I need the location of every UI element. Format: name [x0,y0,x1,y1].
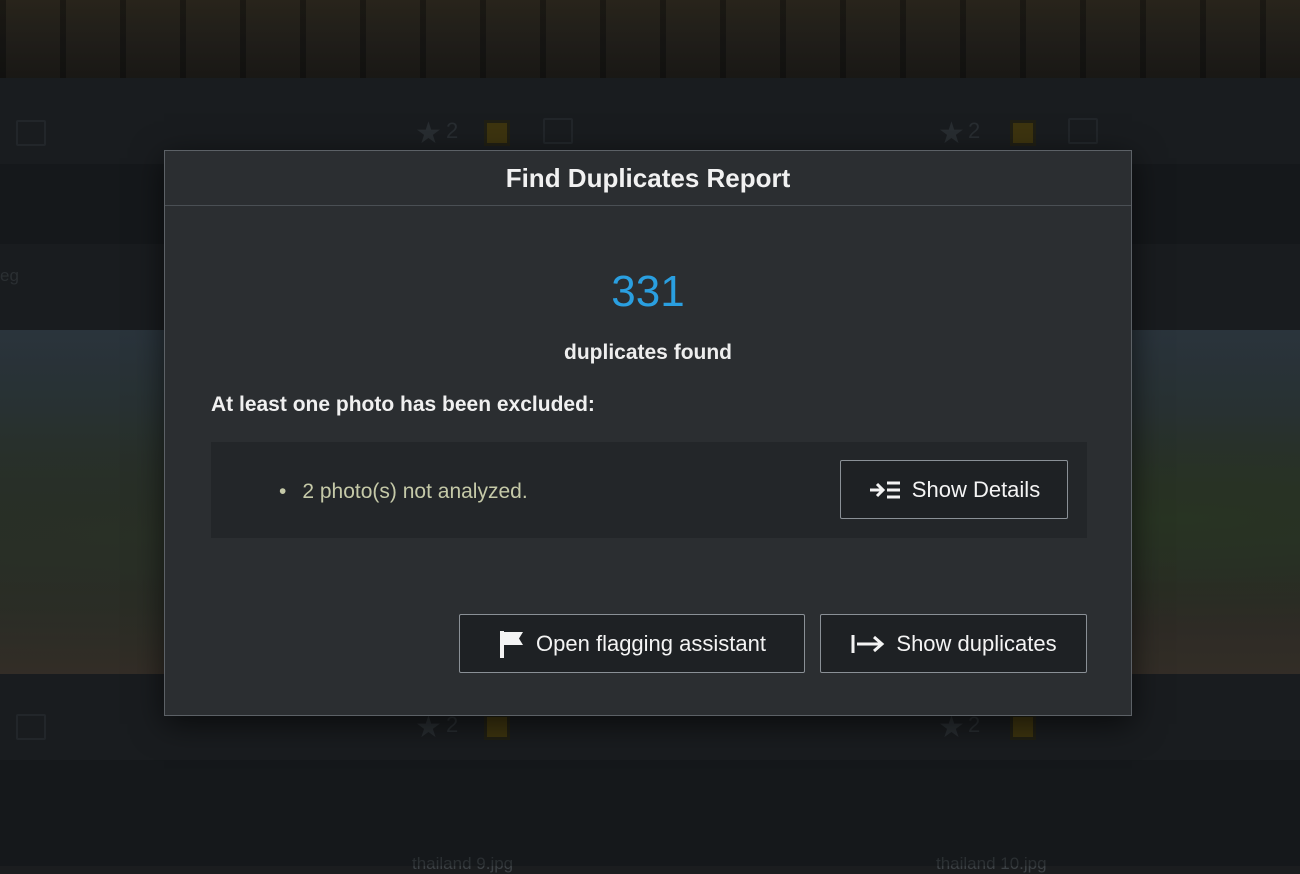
show-duplicates-button[interactable]: Show duplicates [820,614,1087,673]
indent-list-icon [868,479,902,501]
open-flagging-assistant-button[interactable]: Open flagging assistant [459,614,805,673]
show-details-label: Show Details [911,476,1041,502]
excluded-heading: At least one photo has been excluded: [211,393,595,416]
dialog-header: Find Duplicates Report [165,151,1131,206]
flag-icon [498,629,526,659]
show-duplicates-label: Show duplicates [896,630,1057,656]
show-details-button[interactable]: Show Details [840,460,1068,519]
dialog-title: Find Duplicates Report [505,162,791,193]
bullet-icon: • [279,480,287,503]
excluded-item-text: 2 photo(s) not analyzed. [302,480,528,503]
duplicates-count-label: duplicates found [564,341,732,364]
find-duplicates-dialog: Find Duplicates Report 331 duplicates fo… [164,150,1132,716]
arrow-to-right-icon [850,632,886,656]
open-flagging-label: Open flagging assistant [536,630,766,656]
duplicates-count: 331 [611,267,685,316]
excluded-list-item: • 2 photo(s) not analyzed. [279,480,528,504]
